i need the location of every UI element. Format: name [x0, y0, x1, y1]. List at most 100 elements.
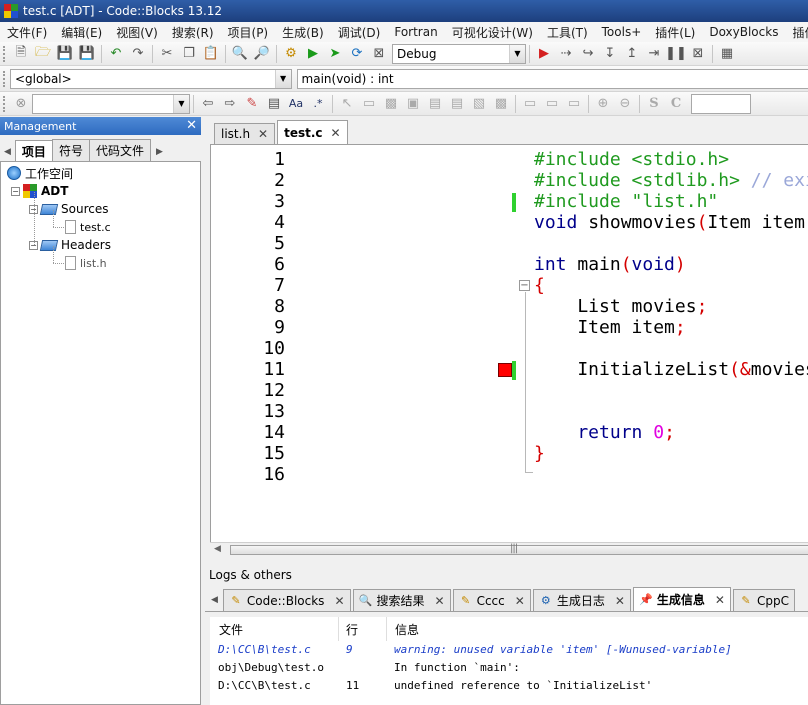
chevron-down-icon[interactable]: ▼: [173, 94, 189, 113]
menu-debug[interactable]: 调试(D): [331, 24, 388, 41]
tab-test-c[interactable]: test.c ✕: [277, 120, 348, 144]
build-target-select[interactable]: Debug ▼: [392, 43, 526, 64]
menu-fortran[interactable]: Fortran: [387, 25, 444, 39]
cut-icon[interactable]: ✂: [157, 44, 177, 64]
match-case-icon[interactable]: Aa: [286, 94, 306, 114]
pointer-icon[interactable]: ↖: [337, 94, 357, 114]
column-header-line[interactable]: 行: [346, 621, 358, 638]
tab-cppcheck[interactable]: ✎ CppC: [732, 589, 795, 611]
debug-windows-icon[interactable]: ▦: [717, 44, 737, 64]
table-row[interactable]: D:\CC\B\test.c 11 undefined reference to…: [210, 677, 808, 695]
save-icon[interactable]: 💾: [55, 44, 75, 64]
menu-tools[interactable]: 工具(T): [540, 24, 595, 41]
menu-project[interactable]: 项目(P): [221, 24, 276, 41]
menu-search[interactable]: 搜索(R): [165, 24, 221, 41]
save-all-icon[interactable]: 💾: [77, 44, 97, 64]
next-instruction-icon[interactable]: ⇥: [644, 44, 664, 64]
stop-debug-icon[interactable]: ⊠: [688, 44, 708, 64]
next-line-icon[interactable]: ↪: [578, 44, 598, 64]
tree-sources-folder[interactable]: − Sources: [29, 200, 108, 218]
tab-scroll-left-icon[interactable]: ◀: [205, 595, 223, 611]
find-icon[interactable]: 🔍: [230, 44, 250, 64]
toolbar-grip[interactable]: [3, 45, 7, 62]
close-icon[interactable]: ✕: [615, 594, 625, 608]
copy-icon[interactable]: ❐: [179, 44, 199, 64]
column-header-message[interactable]: 信息: [395, 621, 419, 638]
menu-plugins-p[interactable]: 插件(P): [785, 24, 808, 41]
close-icon[interactable]: ✕: [515, 594, 525, 608]
close-icon[interactable]: ✕: [435, 594, 445, 608]
s-icon[interactable]: S: [644, 94, 664, 114]
new-file-icon[interactable]: 🗎: [11, 44, 31, 64]
menu-view[interactable]: 视图(V): [109, 24, 165, 41]
menu-visual-design[interactable]: 可视化设计(W): [445, 24, 540, 41]
tab-projects[interactable]: 项目: [14, 140, 53, 161]
debug-start-icon[interactable]: ▶: [534, 44, 554, 64]
tab-search-results[interactable]: 🔍 搜索结果 ✕: [352, 589, 451, 611]
tree-project-adt[interactable]: − ADT: [11, 182, 68, 200]
tree-workspace[interactable]: 工作空间: [7, 164, 73, 182]
scope-select[interactable]: <global> ▼: [9, 68, 292, 89]
build-gear-icon[interactable]: ⚙: [281, 44, 301, 64]
selected-text-icon[interactable]: ▤: [264, 94, 284, 114]
tab-build-log[interactable]: ⚙ 生成日志 ✕: [532, 589, 631, 611]
widget-panel-icon[interactable]: ▩: [381, 94, 401, 114]
run-icon[interactable]: ▶: [303, 44, 323, 64]
tab-symbols[interactable]: 符号: [51, 139, 90, 161]
widget-layout3-icon[interactable]: ▧: [469, 94, 489, 114]
close-icon[interactable]: ✕: [186, 118, 197, 133]
toolbar-grip[interactable]: [3, 70, 7, 87]
replace-icon[interactable]: 🔎: [252, 44, 272, 64]
menu-build[interactable]: 生成(B): [275, 24, 331, 41]
menu-tools-plus[interactable]: Tools+: [595, 25, 649, 39]
menu-file[interactable]: 文件(F): [0, 24, 54, 41]
zoom-in-icon[interactable]: ⊕: [593, 94, 613, 114]
chevron-down-icon[interactable]: ▼: [274, 69, 291, 88]
tab-codeblocks-log[interactable]: ✎ Code::Blocks ✕: [222, 589, 351, 611]
menu-plugins[interactable]: 插件(L): [648, 24, 702, 41]
secondary-search-input[interactable]: [691, 93, 751, 114]
function-select[interactable]: main(void) : int: [296, 68, 808, 89]
step-out-icon[interactable]: ↥: [622, 44, 642, 64]
scrollbar-thumb[interactable]: [230, 545, 808, 555]
widget-link-icon[interactable]: ▭: [520, 94, 540, 114]
regex-icon[interactable]: .*: [308, 94, 328, 114]
open-folder-icon[interactable]: 🗁: [33, 44, 53, 64]
scroll-left-icon[interactable]: ◀: [214, 544, 221, 554]
back-arrow-icon[interactable]: ⇦: [198, 94, 218, 114]
menu-doxyblocks[interactable]: DoxyBlocks: [702, 25, 785, 39]
tab-build-messages[interactable]: 📌 生成信息 ✕: [632, 587, 731, 611]
toolbar-grip[interactable]: [3, 95, 7, 112]
tree-headers-folder[interactable]: − Headers: [29, 236, 111, 254]
tree-file-test-c[interactable]: test.c: [65, 218, 111, 236]
zoom-out-icon[interactable]: ⊖: [615, 94, 635, 114]
menu-edit[interactable]: 编辑(E): [54, 24, 109, 41]
step-into-icon[interactable]: ↧: [600, 44, 620, 64]
tab-scroll-left-icon[interactable]: ◀: [0, 147, 15, 161]
close-icon[interactable]: ✕: [715, 593, 725, 607]
tab-files[interactable]: 代码文件: [88, 139, 151, 161]
pause-icon[interactable]: ❚❚: [665, 44, 687, 64]
forward-arrow-icon[interactable]: ⇨: [220, 94, 240, 114]
editor-horizontal-scrollbar[interactable]: ◀ |||: [210, 542, 808, 556]
rebuild-icon[interactable]: ⟳: [347, 44, 367, 64]
widget-layout4-icon[interactable]: ▩: [491, 94, 511, 114]
c-icon[interactable]: C: [666, 94, 686, 114]
widget-link3-icon[interactable]: ▭: [564, 94, 584, 114]
tab-list-h[interactable]: list.h ✕: [214, 123, 276, 144]
fold-collapse-icon[interactable]: −: [519, 280, 530, 291]
tab-cccc[interactable]: ✎ Cccc ✕: [452, 589, 531, 611]
close-icon[interactable]: ✕: [331, 126, 341, 140]
code-editor[interactable]: 1 2 3 4 5 6 7 8 9 10 11 12 13 14 15 16 − #include <stdi…: [210, 145, 808, 542]
widget-image-icon[interactable]: ▣: [403, 94, 423, 114]
widget-layout2-icon[interactable]: ▤: [447, 94, 467, 114]
search-input[interactable]: ▼: [32, 93, 190, 114]
widget-box-icon[interactable]: ▭: [359, 94, 379, 114]
column-header-file[interactable]: 文件: [219, 621, 243, 638]
close-icon[interactable]: ✕: [334, 594, 344, 608]
tree-file-list-h[interactable]: list.h: [65, 254, 107, 272]
table-row[interactable]: obj\Debug\test.o In function `main':: [210, 659, 808, 677]
collapse-icon[interactable]: −: [11, 186, 20, 196]
build-run-icon[interactable]: ➤: [325, 44, 345, 64]
widget-layout-icon[interactable]: ▤: [425, 94, 445, 114]
